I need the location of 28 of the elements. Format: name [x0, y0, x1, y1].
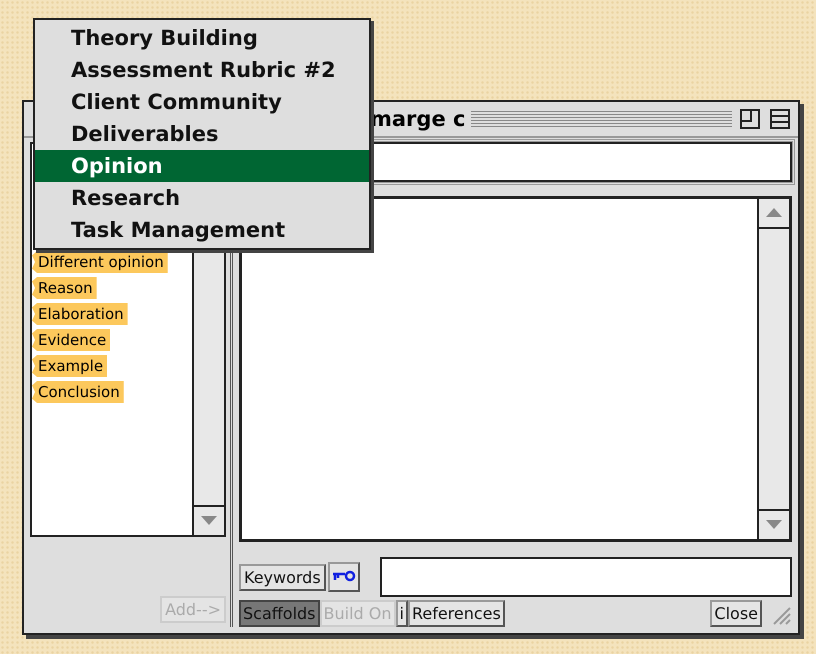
menu-item[interactable]: Research [35, 182, 369, 214]
menu-item[interactable]: Theory Building [35, 22, 369, 54]
keywords-field[interactable] [380, 557, 792, 597]
menu-item[interactable]: Assessment Rubric #2 [35, 54, 369, 86]
zoom-icon [740, 109, 760, 129]
scaffold-tag[interactable]: Conclusion [32, 381, 124, 403]
menu-item[interactable]: Deliverables [35, 118, 369, 150]
scaffold-tag[interactable]: Different opinion [32, 251, 168, 273]
close-button[interactable]: Close [710, 600, 762, 627]
collapse-icon [770, 109, 790, 129]
toolbar-button[interactable]: i [396, 600, 408, 627]
scroll-up-icon [766, 208, 782, 218]
key-icon [332, 570, 356, 584]
zoom-box[interactable] [738, 107, 762, 131]
scaffold-tag[interactable]: Elaboration [32, 303, 128, 325]
menu-item[interactable]: Client Community [35, 86, 369, 118]
menu-item[interactable]: Task Management [35, 214, 369, 246]
scroll-down-icon [201, 516, 217, 526]
scaffold-tag[interactable]: Example [32, 355, 108, 377]
keywords-button[interactable]: Keywords [239, 564, 326, 590]
toolbar-button[interactable]: References [408, 600, 505, 627]
key-button[interactable] [328, 562, 360, 592]
scaffold-tag[interactable]: Evidence [32, 329, 110, 351]
menu-item[interactable]: Opinion [35, 150, 369, 182]
scaffold-tag[interactable]: Reason [32, 277, 97, 299]
toolbar-button[interactable]: Scaffolds [239, 600, 320, 627]
scroll-down-icon [766, 520, 782, 530]
collapse-box[interactable] [768, 107, 792, 131]
